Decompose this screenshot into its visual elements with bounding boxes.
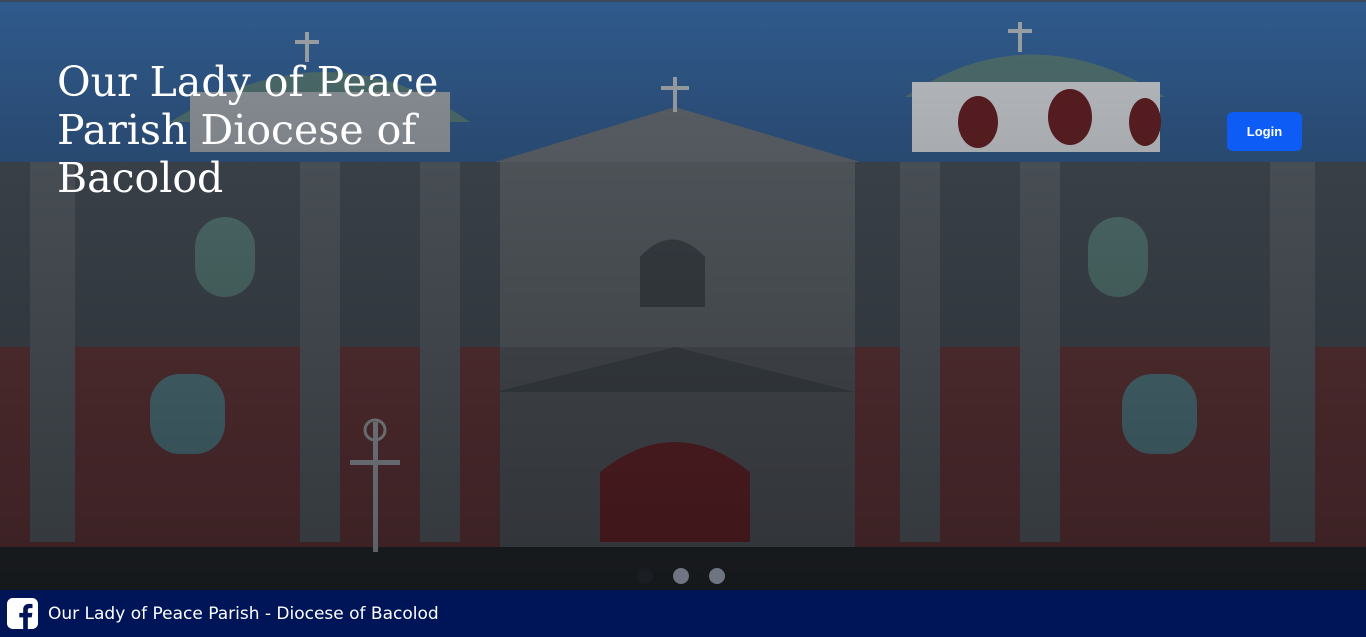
carousel-indicators — [637, 568, 725, 584]
hero-carousel: Our Lady of Peace Parish Diocese of Baco… — [0, 0, 1366, 590]
footer-facebook-link[interactable]: Our Lady of Peace Parish - Diocese of Ba… — [48, 604, 439, 624]
carousel-dot-1[interactable] — [637, 568, 653, 584]
login-button[interactable]: Login — [1227, 112, 1302, 151]
page-title: Our Lady of Peace Parish Diocese of Baco… — [57, 58, 439, 202]
carousel-dot-3[interactable] — [709, 568, 725, 584]
carousel-dot-2[interactable] — [673, 568, 689, 584]
facebook-icon[interactable] — [7, 598, 38, 629]
footer: Our Lady of Peace Parish - Diocese of Ba… — [0, 590, 1366, 637]
